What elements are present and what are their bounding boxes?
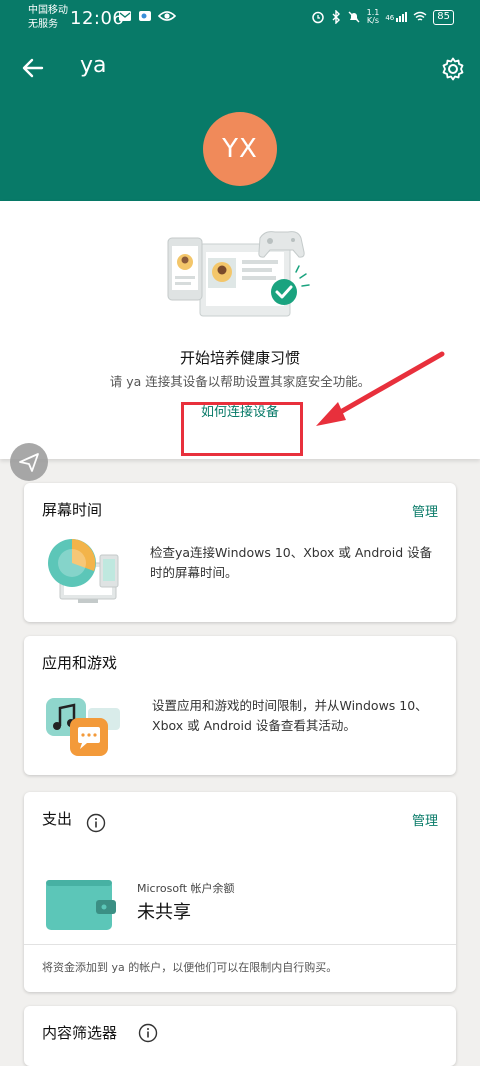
mute-icon [348,11,360,23]
highlight-box [181,402,303,456]
annotation-arrow-icon [316,351,445,426]
wallet-icon [46,880,116,930]
screen-time-description: 检查ya连接Windows 10、Xbox 或 Android 设备时的屏幕时间… [150,545,433,580]
settings-button[interactable] [440,56,466,82]
card-title: 应用和游戏 [42,654,118,672]
send-icon [19,453,39,472]
spending-manage-link[interactable]: 管理 [412,810,438,829]
bluetooth-icon [332,10,340,24]
battery-indicator: 85 [433,9,454,25]
screen-time-manage-link[interactable]: 管理 [412,501,438,520]
page-title: ya [80,53,107,78]
info-icon[interactable] [86,813,106,833]
mail-icon [119,11,131,21]
floating-share-button[interactable] [10,443,48,481]
network-speed: 1.1 K/s [366,8,380,25]
gear-icon [442,57,464,81]
signal-icon: 46 [385,12,408,22]
carrier-name: 中国移动 [28,5,68,16]
devices-illustration [167,231,310,317]
clock: 12:06 [70,8,125,29]
card-title: 屏幕时间 [42,501,103,519]
screen-time-card[interactable]: 屏幕时间 管理 检查ya连接Windows 10、Xbox 或 Android … [24,483,456,622]
system-icons: 1.1 K/s 46 85 [311,9,454,25]
app-header: 中国移动 无服务 12:06 1.1 K/s 46 85 ya YX [0,0,480,201]
back-button[interactable] [20,55,46,81]
screen-time-illustration [48,539,119,603]
content-filter-card[interactable]: 内容筛选器 [24,1006,456,1066]
avatar[interactable]: YX [203,112,277,186]
divider [24,944,456,945]
wifi-icon [413,11,427,21]
apps-games-description: 设置应用和游戏的时间限制，并从Windows 10、Xbox 或 Android… [152,698,428,733]
carrier-info: 中国移动 无服务 [28,4,68,32]
service-status: 无服务 [28,19,58,30]
spending-footer-text: 将资金添加到 ya 的帐户，以便他们可以在限制内自行购买。 [42,961,338,974]
balance-label: Microsoft 帐户余额 [137,882,235,895]
alarm-icon [311,11,324,24]
spending-card[interactable]: 支出 管理 Microsoft 帐户余额 未共享 将资金添加到 ya 的帐户，以… [24,792,456,992]
info-icon[interactable] [138,1023,158,1043]
apps-games-card[interactable]: 应用和游戏 设置应用和游戏的时间限制，并从Windows 10、Xbox 或 A… [24,636,456,775]
card-title: 支出 [42,810,73,828]
status-bar: 中国移动 无服务 12:06 1.1 K/s 46 85 [0,0,480,40]
balance-value: 未共享 [137,902,191,923]
notification-icons [118,10,176,22]
eye-icon [158,11,176,21]
apps-games-illustration [46,698,120,756]
arrow-left-icon [22,58,44,78]
weather-icon [139,11,151,21]
